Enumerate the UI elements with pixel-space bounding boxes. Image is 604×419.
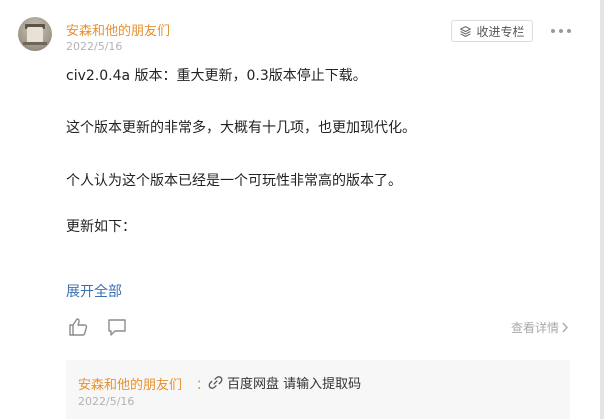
post-paragraph: 这个版本更新的非常多，大概有十几项，也更加现代化。	[66, 120, 416, 136]
expand-all-link[interactable]: 展开全部	[66, 281, 122, 301]
more-dots-icon[interactable]	[551, 24, 571, 38]
detail-label: 查看详情	[511, 321, 560, 335]
link-icon	[208, 376, 223, 389]
view-details-link[interactable]: 查看详情	[511, 319, 569, 336]
baidu-pan-link[interactable]: 百度网盘 请输入提取码	[208, 373, 361, 392]
post-paragraph: civ2.0.4a 版本：重大更新，0.3版本停止下载。	[66, 68, 367, 84]
comment-box: 安森和他的朋友们 ： 百度网盘 请输入提取码 2022/5/16	[66, 360, 570, 419]
post-author[interactable]: 安森和他的朋友们	[66, 20, 170, 39]
scrollbar-track[interactable]	[600, 0, 604, 419]
avatar-building	[27, 27, 43, 43]
post-card: 安森和他的朋友们 2022/5/16 收进专栏 civ2.0.4a 版本：重大更…	[0, 0, 604, 419]
avatar-base	[23, 42, 47, 45]
post-paragraph: 个人认为这个版本已经是一个可玩性非常高的版本了。	[66, 173, 402, 189]
post-paragraph: 更新如下：	[66, 219, 136, 235]
thumbs-up-icon[interactable]	[67, 316, 89, 338]
link-label: 百度网盘 请输入提取码	[227, 377, 362, 392]
chevron-right-icon	[562, 322, 568, 333]
comment-bubble-icon[interactable]	[106, 316, 128, 338]
comment-author[interactable]: 安森和他的朋友们	[78, 374, 182, 393]
post-date: 2022/5/16	[66, 40, 123, 53]
collect-label: 收进专栏	[476, 24, 525, 39]
collect-to-column-button[interactable]: 收进专栏	[451, 20, 533, 42]
comment-date: 2022/5/16	[78, 395, 135, 408]
layers-icon	[460, 25, 472, 37]
avatar[interactable]	[18, 17, 52, 51]
